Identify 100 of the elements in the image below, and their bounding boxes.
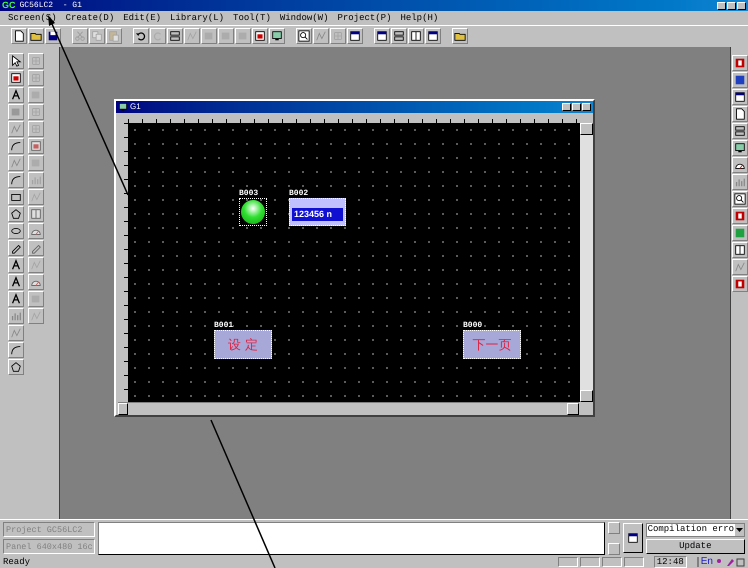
tool-button[interactable]	[732, 157, 748, 173]
tool-button[interactable]	[133, 28, 149, 44]
tool-button[interactable]	[732, 106, 748, 122]
tool-button[interactable]	[391, 28, 407, 44]
tool-button[interactable]	[732, 140, 748, 156]
tool-button[interactable]	[732, 276, 748, 292]
scroll-up-button[interactable]	[580, 123, 593, 135]
language-indicator[interactable]: En	[696, 557, 713, 567]
menu-item[interactable]: Create(D)	[66, 14, 114, 22]
menu-item[interactable]: Edit(E)	[123, 14, 162, 22]
close-button[interactable]	[737, 2, 746, 10]
arrow-icon	[10, 55, 22, 67]
tool-button[interactable]	[732, 242, 748, 258]
tool-button[interactable]	[167, 28, 183, 44]
scroll-left-button[interactable]	[118, 403, 128, 415]
panel-info: Panel 640x480 16c	[3, 539, 95, 554]
tool-button[interactable]	[8, 342, 24, 358]
output-field[interactable]	[98, 522, 606, 554]
horizontal-scrollbar[interactable]	[118, 402, 579, 415]
menu-item[interactable]: Library(L)	[170, 14, 224, 22]
block-icon	[10, 106, 22, 118]
menu-item[interactable]: Tool(T)	[233, 14, 271, 22]
tool-button[interactable]	[8, 172, 24, 188]
image-icon	[30, 140, 42, 152]
grid-icon	[332, 30, 344, 42]
child-window-title: G1	[130, 103, 141, 111]
menu-item[interactable]: Window(W)	[280, 14, 328, 22]
tool-button[interactable]	[28, 223, 44, 239]
tool-button[interactable]	[28, 206, 44, 222]
tool-button[interactable]	[732, 89, 748, 105]
tool-button[interactable]	[8, 189, 24, 205]
tool-button[interactable]	[623, 523, 643, 553]
menu-item[interactable]: Project(P)	[337, 14, 392, 22]
tool-button[interactable]	[269, 28, 285, 44]
tool-button[interactable]	[8, 87, 24, 103]
minimize-button[interactable]	[717, 2, 726, 10]
text-icon	[10, 276, 22, 288]
grid-icon	[30, 72, 42, 84]
tool-button[interactable]	[8, 274, 24, 290]
tool-button[interactable]	[8, 53, 24, 69]
block-icon	[30, 89, 42, 101]
numeric-value: 123456 n	[292, 208, 343, 221]
line-icon	[10, 123, 22, 135]
tool-button[interactable]	[28, 274, 44, 290]
tool-button[interactable]	[28, 240, 44, 256]
monitor-icon	[734, 142, 746, 154]
tool-button[interactable]	[8, 70, 24, 86]
tool-button[interactable]	[28, 138, 44, 154]
tool-button[interactable]	[8, 291, 24, 307]
tool-button[interactable]	[8, 257, 24, 273]
tool-button[interactable]	[425, 28, 441, 44]
object-tag: B002	[289, 190, 308, 198]
tool-button[interactable]	[296, 28, 312, 44]
tool-button[interactable]	[8, 206, 24, 222]
redo-icon	[152, 30, 164, 42]
scroll-right-button[interactable]	[567, 403, 579, 415]
line-icon	[315, 30, 327, 42]
tool-button[interactable]	[8, 223, 24, 239]
block-icon	[734, 210, 746, 222]
minimize-button[interactable]	[562, 103, 571, 111]
menu-item[interactable]: Help(H)	[400, 14, 438, 22]
tool-button[interactable]	[11, 28, 27, 44]
window-title: GC56LC2 - G1	[20, 2, 82, 10]
lamp-indicator	[241, 200, 265, 224]
update-button[interactable]: Update	[646, 538, 745, 554]
tool-button[interactable]	[732, 72, 748, 88]
grid-icon	[30, 123, 42, 135]
tool-button[interactable]	[28, 28, 44, 44]
layout-icon	[393, 30, 405, 42]
tool-button[interactable]	[732, 208, 748, 224]
tool-button[interactable]	[8, 240, 24, 256]
line-icon	[30, 310, 42, 322]
rectangle-icon	[10, 191, 22, 203]
vertical-scrollbar[interactable]	[580, 123, 593, 402]
block-icon	[734, 74, 746, 86]
tool-button[interactable]	[8, 138, 24, 154]
chart-icon	[10, 310, 22, 322]
close-button[interactable]	[582, 103, 591, 111]
scissors-icon	[74, 30, 86, 42]
layout-icon	[734, 125, 746, 137]
polygon-icon	[10, 208, 22, 220]
tool-button[interactable]	[347, 28, 363, 44]
tool-button[interactable]	[408, 28, 424, 44]
tool-button[interactable]	[252, 28, 268, 44]
tool-button[interactable]	[374, 28, 390, 44]
tool-button[interactable]	[8, 359, 24, 375]
restore-button[interactable]	[572, 103, 581, 111]
chart-icon	[30, 174, 42, 186]
polygon-icon	[10, 361, 22, 373]
tool-button[interactable]	[732, 191, 748, 207]
tool-button[interactable]	[732, 123, 748, 139]
curve-icon	[10, 174, 22, 186]
columns-icon	[410, 30, 422, 42]
text-icon	[10, 293, 22, 305]
tool-button[interactable]	[732, 55, 748, 71]
scroll-down-button[interactable]	[580, 390, 593, 402]
page-icon	[734, 108, 746, 120]
restore-button[interactable]	[727, 2, 736, 10]
tool-button[interactable]	[452, 28, 468, 44]
window-icon	[626, 532, 639, 544]
